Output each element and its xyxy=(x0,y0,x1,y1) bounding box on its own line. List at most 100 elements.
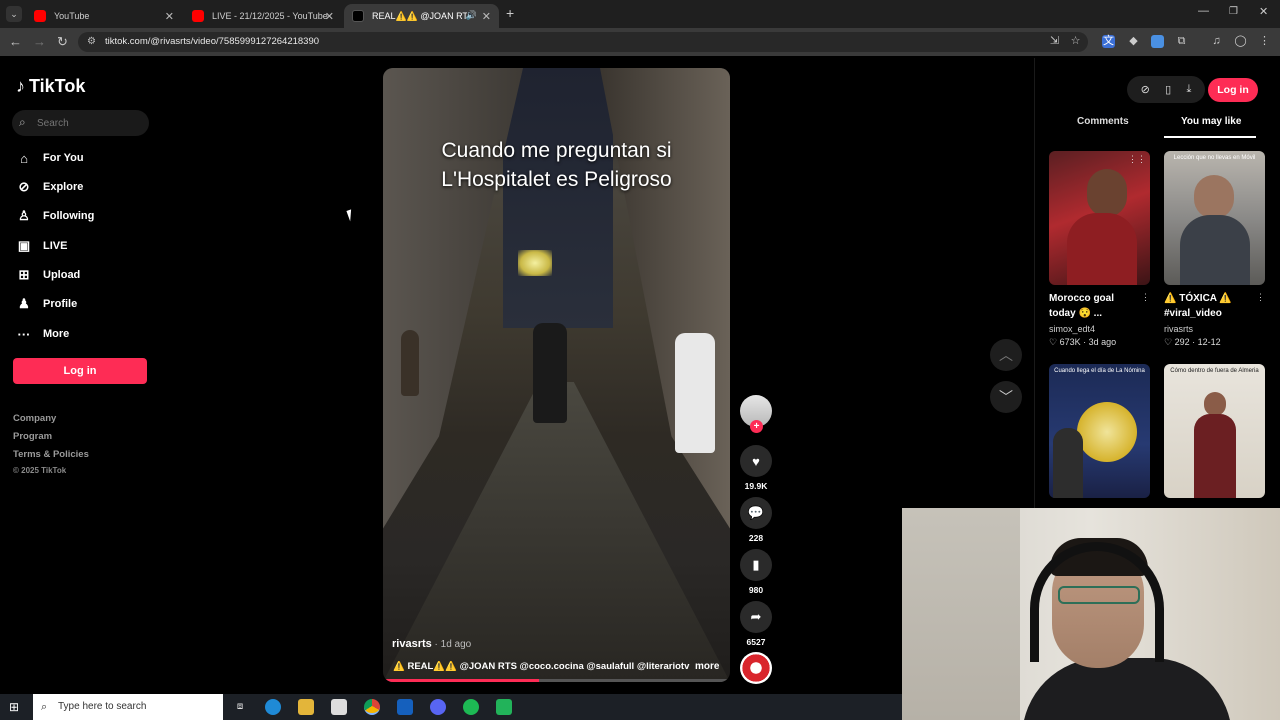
footer-link-program[interactable]: Program xyxy=(13,431,52,442)
extension-icon[interactable]: ◆ xyxy=(1127,35,1140,48)
extensions-puzzle-icon[interactable]: ⧉ xyxy=(1175,35,1188,48)
card-date: 3d ago xyxy=(1088,337,1117,347)
chrome-icon[interactable] xyxy=(364,699,380,715)
more-options-icon[interactable]: ⋮⋮ xyxy=(1128,154,1146,165)
restore-button[interactable]: ❐ xyxy=(1229,6,1238,17)
sidebar-item-following[interactable]: ♙ Following xyxy=(16,205,94,227)
media-control-icon[interactable]: ♫ xyxy=(1210,35,1223,48)
windows-start-icon[interactable]: ⊞ xyxy=(9,700,19,714)
menu-icon[interactable]: ⋮ xyxy=(1258,35,1271,48)
extension-icon[interactable] xyxy=(1151,35,1164,48)
like-action[interactable]: ♥ 19.9K xyxy=(740,445,772,491)
sidebar-item-profile[interactable]: ♟ Profile xyxy=(16,293,77,315)
url-text: tiktok.com/@rivasrts/video/7585999127264… xyxy=(105,36,320,47)
thumbnail-person xyxy=(1204,392,1226,416)
more-options-icon[interactable]: ⋮ xyxy=(1256,292,1265,303)
mail-icon[interactable] xyxy=(397,699,413,715)
edge-icon[interactable] xyxy=(265,699,281,715)
sidebar-item-explore[interactable]: ⊘ Explore xyxy=(16,176,84,198)
sidebar-item-upload[interactable]: ⊞ Upload xyxy=(16,264,81,286)
card-title[interactable]: ⚠️ TÓXICA ⚠️ #viral_video #rivasrts... xyxy=(1164,291,1252,321)
video-thumbnail[interactable]: Cuando llega el día de La Nómina xyxy=(1049,364,1150,498)
close-window-button[interactable]: ✕ xyxy=(1259,5,1268,18)
card-author[interactable]: rivasrts xyxy=(1164,324,1193,334)
tab-tiktok[interactable]: REAL⚠️⚠️ @JOAN RTS @ 🔊 ✕ xyxy=(344,4,499,28)
more-options-icon[interactable]: ⋮ xyxy=(1141,292,1150,303)
taskbar-search[interactable]: ⌕ Type here to search xyxy=(33,694,223,720)
tab-label: LIVE - 21/12/2025 - YouTube xyxy=(212,11,328,21)
tab-list-button[interactable]: ⌄ xyxy=(6,6,22,22)
video-author[interactable]: rivasrts · 1d ago xyxy=(392,638,471,650)
more-link[interactable]: more xyxy=(695,661,719,672)
tab-youtube-live[interactable]: LIVE - 21/12/2025 - YouTube ✕ xyxy=(184,4,342,28)
tab-you-may-like[interactable]: You may like xyxy=(1181,116,1241,127)
back-icon[interactable]: ← xyxy=(9,34,22,49)
footer-link-terms[interactable]: Terms & Policies xyxy=(13,449,89,460)
bookmark-star-icon[interactable]: ☆ xyxy=(1069,35,1082,48)
close-tab-icon[interactable]: ✕ xyxy=(325,10,334,23)
site-info-icon[interactable]: ⚙ xyxy=(87,32,96,52)
task-view-icon[interactable]: ⧈ xyxy=(232,699,248,715)
video-frame-sky xyxy=(503,68,613,328)
login-button[interactable]: Log in xyxy=(1208,78,1258,102)
card-author[interactable]: simox_edt4 xyxy=(1049,324,1095,334)
profile-icon[interactable]: ◯ xyxy=(1234,35,1247,48)
download-icon[interactable]: ⤓ xyxy=(1186,83,1191,96)
forward-icon[interactable]: → xyxy=(33,34,46,49)
minimize-button[interactable]: — xyxy=(1198,5,1209,17)
share-action[interactable]: ➦ 6527 xyxy=(740,601,772,647)
search-input[interactable] xyxy=(37,113,145,133)
thumbnail-person xyxy=(1180,215,1250,285)
author-name[interactable]: rivasrts xyxy=(392,638,432,650)
new-tab-button[interactable]: + xyxy=(506,5,514,21)
phone-icon[interactable]: ▯ xyxy=(1165,83,1171,96)
webcam-person-hoodie xyxy=(1022,658,1232,720)
login-button[interactable]: Log in xyxy=(13,358,147,384)
video-thumbnail[interactable]: Lección que no llevas en Móvil xyxy=(1164,151,1265,285)
heart-outline-icon: ♡ xyxy=(1164,337,1173,347)
comment-icon[interactable]: 💬 xyxy=(740,497,772,529)
tab-comments[interactable]: Comments xyxy=(1077,116,1129,127)
sidebar-item-more[interactable]: ··· More xyxy=(16,323,70,345)
tab-label: YouTube xyxy=(54,11,90,21)
speaker-icon[interactable]: 🔊 xyxy=(466,10,477,21)
bookmark-icon[interactable]: ▮ xyxy=(740,549,772,581)
next-video-button[interactable]: ﹀ xyxy=(990,381,1022,413)
tab-youtube[interactable]: YouTube ✕ xyxy=(26,4,182,28)
youtube-icon xyxy=(34,10,46,22)
discord-icon[interactable] xyxy=(430,699,446,715)
sidebar-item-live[interactable]: ▣ LIVE xyxy=(16,235,68,257)
video-progress-bar[interactable] xyxy=(383,679,730,682)
music-disc-icon[interactable] xyxy=(740,652,772,684)
video-thumbnail[interactable]: Cómo dentro de fuera de Almeria xyxy=(1164,364,1265,498)
toolbar-pill: ⊘ ▯ ⤓ xyxy=(1127,76,1205,103)
sidebar-item-label: Explore xyxy=(43,181,84,193)
card-title[interactable]: Morocco goal today 😯 ... xyxy=(1049,291,1137,321)
address-bar[interactable]: ⚙ tiktok.com/@rivasrts/video/75859991272… xyxy=(78,32,1088,52)
install-app-icon[interactable]: ⇲ xyxy=(1048,35,1061,48)
close-tab-icon[interactable]: ✕ xyxy=(165,10,174,23)
follow-plus-icon[interactable]: + xyxy=(750,420,763,433)
close-tab-icon[interactable]: ✕ xyxy=(482,10,491,23)
card-likes: 673K xyxy=(1059,337,1081,347)
video-thumbnail[interactable]: ⋮⋮ xyxy=(1049,151,1150,285)
store-icon[interactable] xyxy=(331,699,347,715)
compass-icon[interactable]: ⊘ xyxy=(1141,83,1150,96)
footer-link-company[interactable]: Company xyxy=(13,413,56,424)
heart-icon[interactable]: ♥ xyxy=(740,445,772,477)
translate-extension-icon[interactable]: 文 xyxy=(1102,35,1115,48)
spotify-icon[interactable] xyxy=(463,699,479,715)
tiktok-logo[interactable]: ♪ TikTok xyxy=(16,76,85,97)
file-explorer-icon[interactable] xyxy=(298,699,314,715)
save-action[interactable]: ▮ 980 xyxy=(740,549,772,595)
profile-icon: ♟ xyxy=(18,296,30,311)
app-icon[interactable] xyxy=(496,699,512,715)
thumbnail-person xyxy=(1053,428,1083,498)
search-box[interactable]: ⌕ xyxy=(12,110,149,136)
sidebar-item-for-you[interactable]: ⌂ For You xyxy=(16,147,83,169)
previous-video-button[interactable]: ︿ xyxy=(990,339,1022,371)
video-player[interactable]: Cuando me preguntan si L'Hospitalet es P… xyxy=(383,68,730,682)
comment-action[interactable]: 💬 228 xyxy=(740,497,772,543)
share-icon[interactable]: ➦ xyxy=(740,601,772,633)
reload-icon[interactable]: ↻ xyxy=(57,34,68,50)
